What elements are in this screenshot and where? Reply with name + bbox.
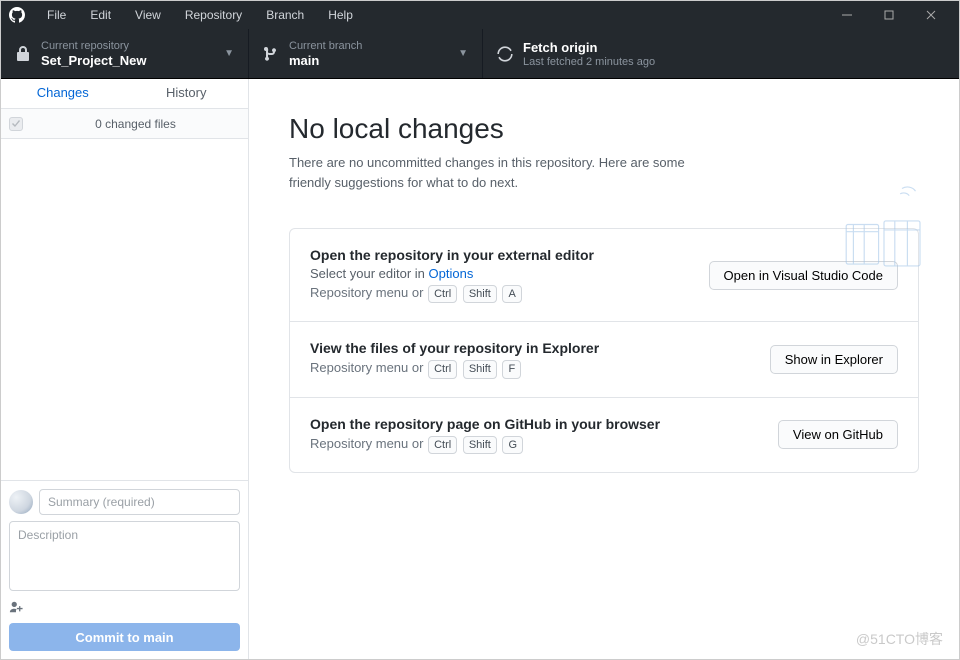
page-title: No local changes xyxy=(289,113,919,145)
window-controls xyxy=(827,3,951,27)
add-person-icon xyxy=(9,600,23,614)
card-title: Open the repository page on GitHub in yo… xyxy=(310,416,778,432)
app-logo xyxy=(9,7,25,23)
fetch-label: Fetch origin xyxy=(523,40,945,55)
app-menu: File Edit View Repository Branch Help xyxy=(37,6,827,24)
card-view-github: Open the repository page on GitHub in yo… xyxy=(290,398,918,472)
toolbar: Current repository Set_Project_New ▼ Cur… xyxy=(1,29,959,79)
branch-icon xyxy=(263,46,279,62)
card-hint: Repository menu or Ctrl Shift G xyxy=(310,436,778,454)
changed-files-count: 0 changed files xyxy=(31,117,240,131)
branch-label: Current branch xyxy=(289,40,458,52)
commit-summary-input[interactable] xyxy=(39,489,240,515)
avatar xyxy=(9,490,33,514)
repo-label: Current repository xyxy=(41,40,224,52)
menu-help[interactable]: Help xyxy=(318,6,363,24)
repo-name: Set_Project_New xyxy=(41,53,224,68)
minimize-button[interactable] xyxy=(827,3,867,27)
branch-name: main xyxy=(289,53,458,68)
close-button[interactable] xyxy=(911,3,951,27)
chevron-down-icon: ▼ xyxy=(224,48,234,59)
content: Changes History 0 changed files Commit t… xyxy=(1,79,959,659)
current-branch-dropdown[interactable]: Current branch main ▼ xyxy=(249,29,483,78)
card-hint: Repository menu or Ctrl Shift A xyxy=(310,285,709,303)
current-repository-dropdown[interactable]: Current repository Set_Project_New ▼ xyxy=(1,29,249,78)
card-hint: Repository menu or Ctrl Shift F xyxy=(310,360,770,378)
sidebar: Changes History 0 changed files Commit t… xyxy=(1,79,249,659)
tab-changes[interactable]: Changes xyxy=(1,79,125,108)
main-panel: No local changes There are no uncommitte… xyxy=(249,79,959,659)
check-icon xyxy=(11,119,21,129)
card-title: Open the repository in your external edi… xyxy=(310,247,709,263)
sync-icon xyxy=(497,46,513,62)
tab-history[interactable]: History xyxy=(125,79,249,108)
add-coauthor-button[interactable] xyxy=(9,600,240,617)
changes-header: 0 changed files xyxy=(1,109,248,139)
watermark: @51CTO博客 xyxy=(856,629,943,649)
commit-description-input[interactable] xyxy=(9,521,240,591)
select-all-checkbox[interactable] xyxy=(9,117,23,131)
maximize-button[interactable] xyxy=(869,3,909,27)
card-open-editor: Open the repository in your external edi… xyxy=(290,229,918,322)
card-title: View the files of your repository in Exp… xyxy=(310,340,770,356)
menu-branch[interactable]: Branch xyxy=(256,6,314,24)
fetch-sub: Last fetched 2 minutes ago xyxy=(523,56,945,68)
fetch-origin-button[interactable]: Fetch origin Last fetched 2 minutes ago xyxy=(483,29,959,78)
menu-view[interactable]: View xyxy=(125,6,171,24)
options-link[interactable]: Options xyxy=(429,266,474,281)
chevron-down-icon: ▼ xyxy=(458,48,468,59)
page-subtitle: There are no uncommitted changes in this… xyxy=(289,153,719,192)
changes-list xyxy=(1,139,248,480)
menu-file[interactable]: File xyxy=(37,6,76,24)
commit-form: Commit to main xyxy=(1,480,248,659)
commit-button[interactable]: Commit to main xyxy=(9,623,240,651)
view-github-button[interactable]: View on GitHub xyxy=(778,420,898,449)
menu-repository[interactable]: Repository xyxy=(175,6,252,24)
suggestion-cards: Open the repository in your external edi… xyxy=(289,228,919,473)
card-show-explorer: View the files of your repository in Exp… xyxy=(290,322,918,397)
card-sub: Select your editor in Options xyxy=(310,266,709,281)
menu-edit[interactable]: Edit xyxy=(80,6,121,24)
show-explorer-button[interactable]: Show in Explorer xyxy=(770,345,898,374)
sidebar-tabs: Changes History xyxy=(1,79,248,109)
lock-icon xyxy=(15,46,31,62)
titlebar: File Edit View Repository Branch Help xyxy=(1,1,959,29)
empty-illustration xyxy=(839,179,929,279)
